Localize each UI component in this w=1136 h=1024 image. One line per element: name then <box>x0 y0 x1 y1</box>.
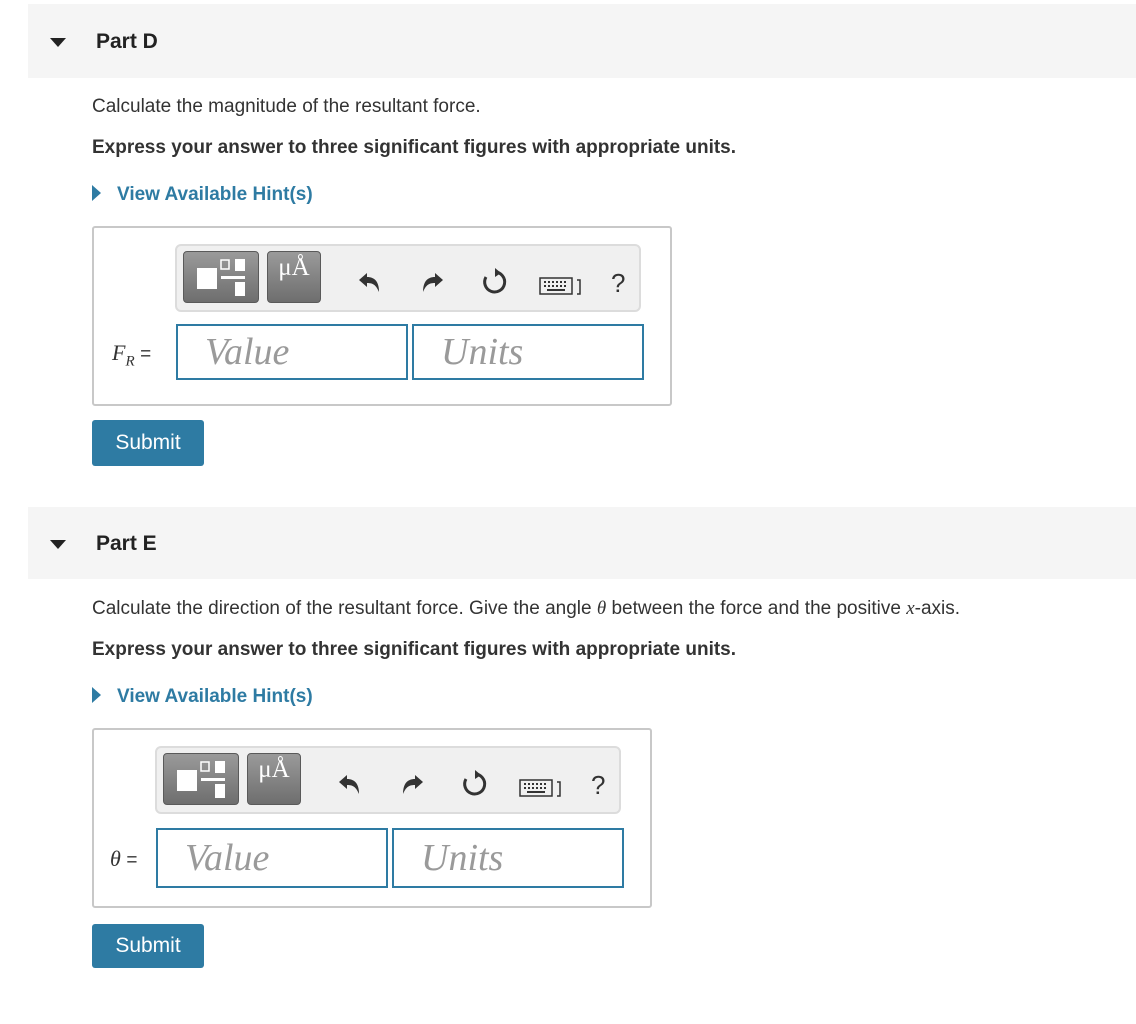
equals-sign: = <box>140 344 152 365</box>
part-e-header[interactable]: Part E <box>28 507 1136 579</box>
part-e-hint-label: View Available Hint(s) <box>117 686 313 707</box>
keyboard-icon[interactable] <box>519 776 569 800</box>
help-button[interactable]: ? <box>591 770 605 801</box>
x-symbol: x <box>906 598 915 619</box>
reset-icon[interactable] <box>481 268 509 296</box>
part-d-title: Part D <box>96 30 158 53</box>
templates-button[interactable] <box>163 753 239 805</box>
part-e-title: Part E <box>96 532 157 555</box>
reset-icon[interactable] <box>461 770 489 798</box>
part-e-question: Calculate the direction of the resultant… <box>92 598 960 620</box>
theta-variable-symbol: θ <box>110 846 121 871</box>
theta-symbol: θ <box>596 598 607 619</box>
fr-variable-label: FR = <box>112 340 151 370</box>
keyboard-icon[interactable] <box>539 274 589 298</box>
fraction-template-icon <box>177 761 225 798</box>
part-e-instruction: Express your answer to three significant… <box>92 639 737 660</box>
part-d-hint-link[interactable]: View Available Hint(s) <box>92 184 313 206</box>
part-e-answer-box: μÅ ? θ = <box>92 728 652 908</box>
part-d-instruction: Express your answer to three significant… <box>92 137 737 158</box>
fraction-template-icon <box>197 259 245 296</box>
undo-icon[interactable] <box>355 270 383 294</box>
expand-triangle-icon <box>92 687 101 703</box>
value-input[interactable] <box>176 324 408 380</box>
fr-variable-subscript: R <box>125 353 135 370</box>
units-symbols-button[interactable]: μÅ <box>247 753 301 805</box>
part-e-hint-link[interactable]: View Available Hint(s) <box>92 686 313 708</box>
expand-triangle-icon <box>92 185 101 201</box>
theta-variable-label: θ = <box>110 846 137 872</box>
part-d-math-toolbar: μÅ ? <box>175 244 641 312</box>
question-text: -axis. <box>914 598 961 619</box>
part-d-question: Calculate the magnitude of the resultant… <box>92 96 481 117</box>
redo-icon[interactable] <box>419 270 447 294</box>
redo-icon[interactable] <box>399 772 427 796</box>
value-input[interactable] <box>156 828 388 888</box>
part-e-math-toolbar: μÅ ? <box>155 746 621 814</box>
part-d-submit-button[interactable]: Submit <box>92 420 204 466</box>
help-button[interactable]: ? <box>611 268 625 299</box>
units-symbols-label: μÅ <box>278 254 310 281</box>
units-input[interactable] <box>412 324 644 380</box>
equals-sign: = <box>126 850 138 871</box>
part-e-submit-button[interactable]: Submit <box>92 924 204 968</box>
templates-button[interactable] <box>183 251 259 303</box>
question-text: between the force and the positive <box>606 598 907 619</box>
units-input[interactable] <box>392 828 624 888</box>
collapse-caret-icon[interactable] <box>50 540 66 549</box>
question-text: Calculate the direction of the resultant… <box>92 598 597 619</box>
part-d-header[interactable]: Part D <box>28 4 1136 78</box>
part-d-answer-box: μÅ ? FR = <box>92 226 672 406</box>
fr-variable-symbol: F <box>112 340 126 365</box>
units-symbols-button[interactable]: μÅ <box>267 251 321 303</box>
undo-icon[interactable] <box>335 772 363 796</box>
units-symbols-label: μÅ <box>258 756 290 783</box>
part-d-hint-label: View Available Hint(s) <box>117 184 313 205</box>
collapse-caret-icon[interactable] <box>50 38 66 47</box>
